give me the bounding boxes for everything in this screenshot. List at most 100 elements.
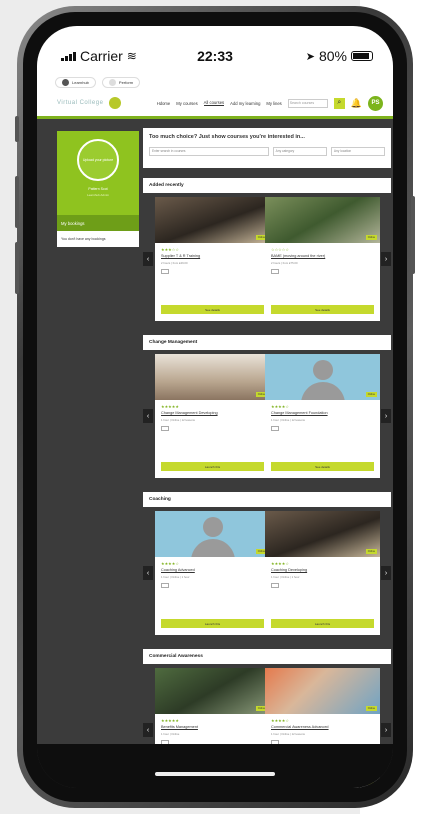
course-meta: 1 hour | Online | 12 lessons: [271, 418, 305, 422]
site-logo[interactable]: Virtual College: [57, 100, 103, 106]
course-image: Online: [155, 197, 270, 243]
course-card[interactable]: Online ★★★★☆ Change Management Foundation…: [265, 354, 380, 478]
battery-percent: 80%: [318, 48, 347, 64]
perform-switch[interactable]: Perform: [101, 76, 141, 88]
nav-home[interactable]: Hdome: [157, 101, 171, 106]
course-title[interactable]: Commercial Awareness Advanced: [271, 725, 374, 729]
course-card[interactable]: Online ★★★☆☆ Supplier T & R Training 2 hou…: [155, 197, 270, 321]
course-carousel: ‹ Online ★★★★★ Change Management Developi…: [143, 354, 391, 482]
profile-name: Pattern Scot: [88, 187, 108, 191]
rating-stars: ☆☆☆☆☆: [271, 247, 289, 252]
bookings-heading: My bookings: [57, 215, 139, 231]
rating-stars: ★★★★☆: [271, 561, 289, 566]
course-meta: 1 hour | Online | 12 lessons: [161, 418, 195, 422]
course-format-icon: [161, 583, 169, 588]
course-action-button[interactable]: See details: [271, 462, 374, 471]
nav-my-courses[interactable]: My courses: [176, 101, 197, 106]
placeholder-person-body: [191, 539, 235, 557]
nav-my-lines[interactable]: My lines: [266, 101, 281, 106]
location-select[interactable]: Any location: [330, 147, 386, 156]
course-title[interactable]: Coaching Advanced: [161, 568, 264, 572]
carousel-prev-button[interactable]: ‹: [143, 409, 153, 423]
carousel-next-button[interactable]: ›: [381, 252, 391, 266]
course-image: Online: [265, 354, 380, 400]
learnhub-label: Learnhub: [72, 79, 89, 85]
rating-stars: ★★★★★: [161, 718, 179, 723]
course-image: Online: [155, 668, 270, 714]
carousel-next-button[interactable]: ›: [381, 566, 391, 580]
status-bar: Carrier ≋ 22:33 ➤ 80%: [37, 26, 393, 74]
online-badge: Online: [365, 549, 377, 554]
silent-switch: [15, 116, 19, 142]
search-button[interactable]: ⌕: [333, 97, 345, 109]
perform-label: Perform: [118, 79, 134, 85]
course-image: Online: [155, 511, 270, 557]
course-title[interactable]: Change Management Foundation: [271, 411, 374, 415]
top-navigation: Virtual College Hdome My courses All cou…: [37, 90, 393, 116]
course-search-field[interactable]: Enter search in courses: [149, 147, 269, 156]
notifications-icon[interactable]: 🔔: [351, 98, 362, 109]
filter-row: Enter search in courses Any category Any…: [149, 147, 386, 156]
learnhub-switch[interactable]: Learnhub: [55, 76, 96, 88]
course-catalog: Too much choice? Just show courses you'r…: [143, 128, 391, 788]
app-switcher-bar: Learnhub Perform: [37, 74, 393, 90]
nav-add-my-learning[interactable]: Add my learning: [230, 101, 260, 106]
course-format-icon: [271, 426, 279, 431]
course-title[interactable]: Coaching Developing: [271, 568, 374, 572]
course-card[interactable]: Online ★★★★☆ Coaching Advanced 1 hour | On…: [155, 511, 270, 635]
course-meta: 1 hour | Online | 12 lessons: [271, 732, 305, 736]
rating-stars: ★★★★☆: [161, 561, 179, 566]
carousel-prev-button[interactable]: ‹: [143, 723, 153, 737]
logo-mark-icon: [109, 97, 122, 109]
bookings-empty-text: You don't have any bookings: [57, 231, 139, 247]
home-indicator[interactable]: [155, 772, 275, 776]
course-action-button[interactable]: Launch this: [161, 619, 264, 628]
course-card[interactable]: Online ★★★★☆ Coaching Developing 1 hour | …: [265, 511, 380, 635]
rating-stars: ★★★★☆: [271, 404, 289, 409]
carousel-prev-button[interactable]: ‹: [143, 566, 153, 580]
rating-stars: ★★★★★: [161, 404, 179, 409]
volume-up-button: [15, 176, 19, 228]
placeholder-person-icon: [313, 360, 333, 380]
course-meta: 2 hours | from £49.00: [161, 261, 188, 265]
category-select[interactable]: Any category: [272, 147, 327, 156]
upload-picture-button[interactable]: Upload your picture: [77, 139, 119, 181]
carousel-next-button[interactable]: ›: [381, 723, 391, 737]
online-badge: Online: [365, 706, 377, 711]
phone-screen: Carrier ≋ 22:33 ➤ 80% Learnhub Perform V…: [37, 26, 393, 788]
online-badge: Online: [365, 235, 377, 240]
carousel-next-button[interactable]: ›: [381, 409, 391, 423]
search-input[interactable]: Search courses: [287, 98, 328, 108]
course-title[interactable]: Change Management Developing: [161, 411, 264, 415]
course-image: Online: [265, 197, 380, 243]
nav-all-courses[interactable]: All courses: [203, 100, 225, 106]
course-title[interactable]: Supplier T & R Training: [161, 254, 264, 258]
rating-stars: ★★★☆☆: [161, 247, 179, 252]
battery-icon: [351, 51, 373, 61]
course-action-button[interactable]: Launch this: [271, 619, 374, 628]
course-title[interactable]: BAME (moving around the river): [271, 254, 374, 258]
course-card[interactable]: Online ☆☆☆☆☆ BAME (moving around the rive…: [265, 197, 380, 321]
learnhub-icon: [62, 78, 69, 86]
section-title: Commercial Awareness: [143, 649, 391, 664]
course-filter-panel: Too much choice? Just show courses you'r…: [143, 128, 391, 168]
course-meta: 1 hour | Online | 1 hour: [271, 575, 300, 579]
course-meta: 2 hours | from £75.00: [271, 261, 298, 265]
section-title: Added recently: [143, 178, 391, 193]
course-action-button[interactable]: See details: [271, 305, 374, 314]
course-action-button[interactable]: See details: [161, 305, 264, 314]
course-image: Online: [265, 511, 380, 557]
home-indicator-area: [37, 744, 393, 788]
course-format-icon: [271, 583, 279, 588]
carousel-prev-button[interactable]: ‹: [143, 252, 153, 266]
power-button: [411, 196, 415, 274]
course-action-button[interactable]: Launch this: [161, 462, 264, 471]
course-card[interactable]: Online ★★★★★ Change Management Developing…: [155, 354, 270, 478]
course-carousel: ‹ Online ★★★★☆ Coaching Advanced 1 hour | …: [143, 511, 391, 639]
course-title[interactable]: Benefits Management: [161, 725, 264, 729]
rating-stars: ★★★★☆: [271, 718, 289, 723]
volume-down-button: [15, 242, 19, 294]
user-avatar[interactable]: PS: [368, 95, 383, 111]
course-image: Online: [265, 668, 380, 714]
perform-icon: [108, 78, 116, 86]
